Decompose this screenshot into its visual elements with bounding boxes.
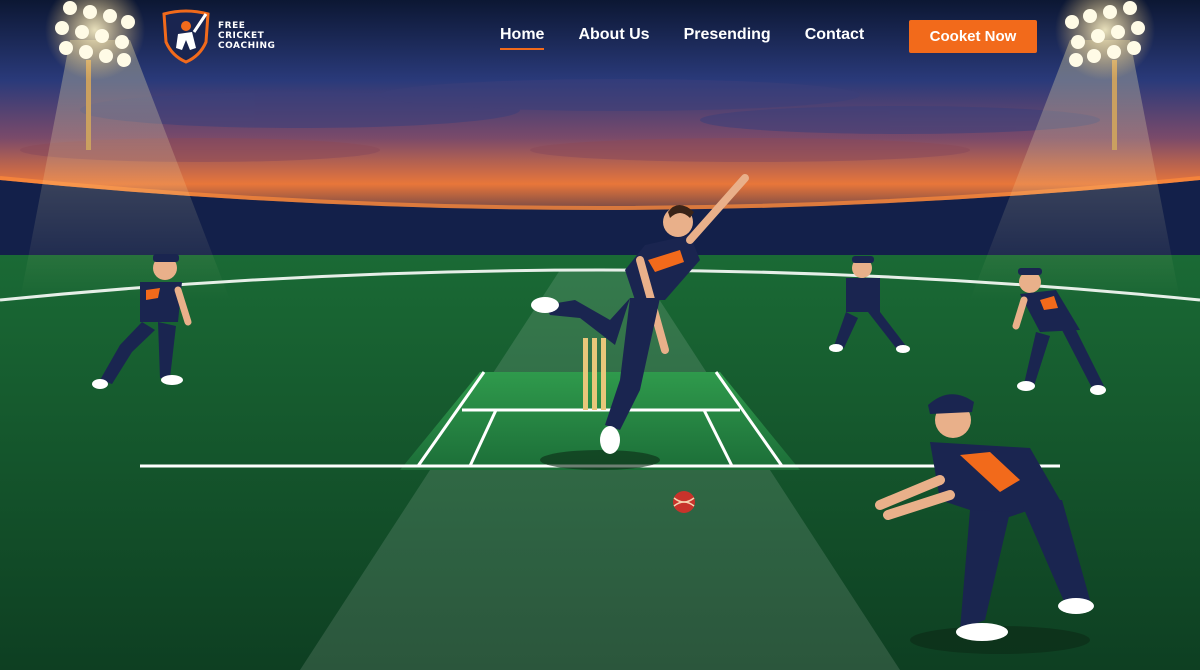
- brand-logo[interactable]: FREE CRICKET COACHING: [160, 8, 290, 64]
- cooket-now-button[interactable]: Cooket Now: [909, 20, 1037, 53]
- brand-line-2: CRICKET: [218, 31, 265, 41]
- cricket-ball-icon: [673, 491, 695, 513]
- nav-link-about-us[interactable]: About Us: [578, 26, 649, 48]
- nav-link-contact[interactable]: Contact: [805, 26, 865, 48]
- brand-text: FREE CRICKET COACHING: [218, 21, 282, 51]
- batsman-shield-icon: [162, 9, 210, 64]
- brand-line-1: FREE: [218, 21, 246, 31]
- brand-line-3: COACHING: [218, 41, 276, 51]
- stumps-icon: [583, 338, 606, 410]
- nav-link-home[interactable]: Home: [500, 26, 545, 50]
- top-nav: FREE CRICKET COACHING Home About Us Pres…: [0, 0, 1200, 76]
- stadium-scene: [0, 0, 1200, 670]
- nav-links: Home About Us Presending Contact: [500, 26, 864, 50]
- nav-link-presending[interactable]: Presending: [684, 26, 771, 48]
